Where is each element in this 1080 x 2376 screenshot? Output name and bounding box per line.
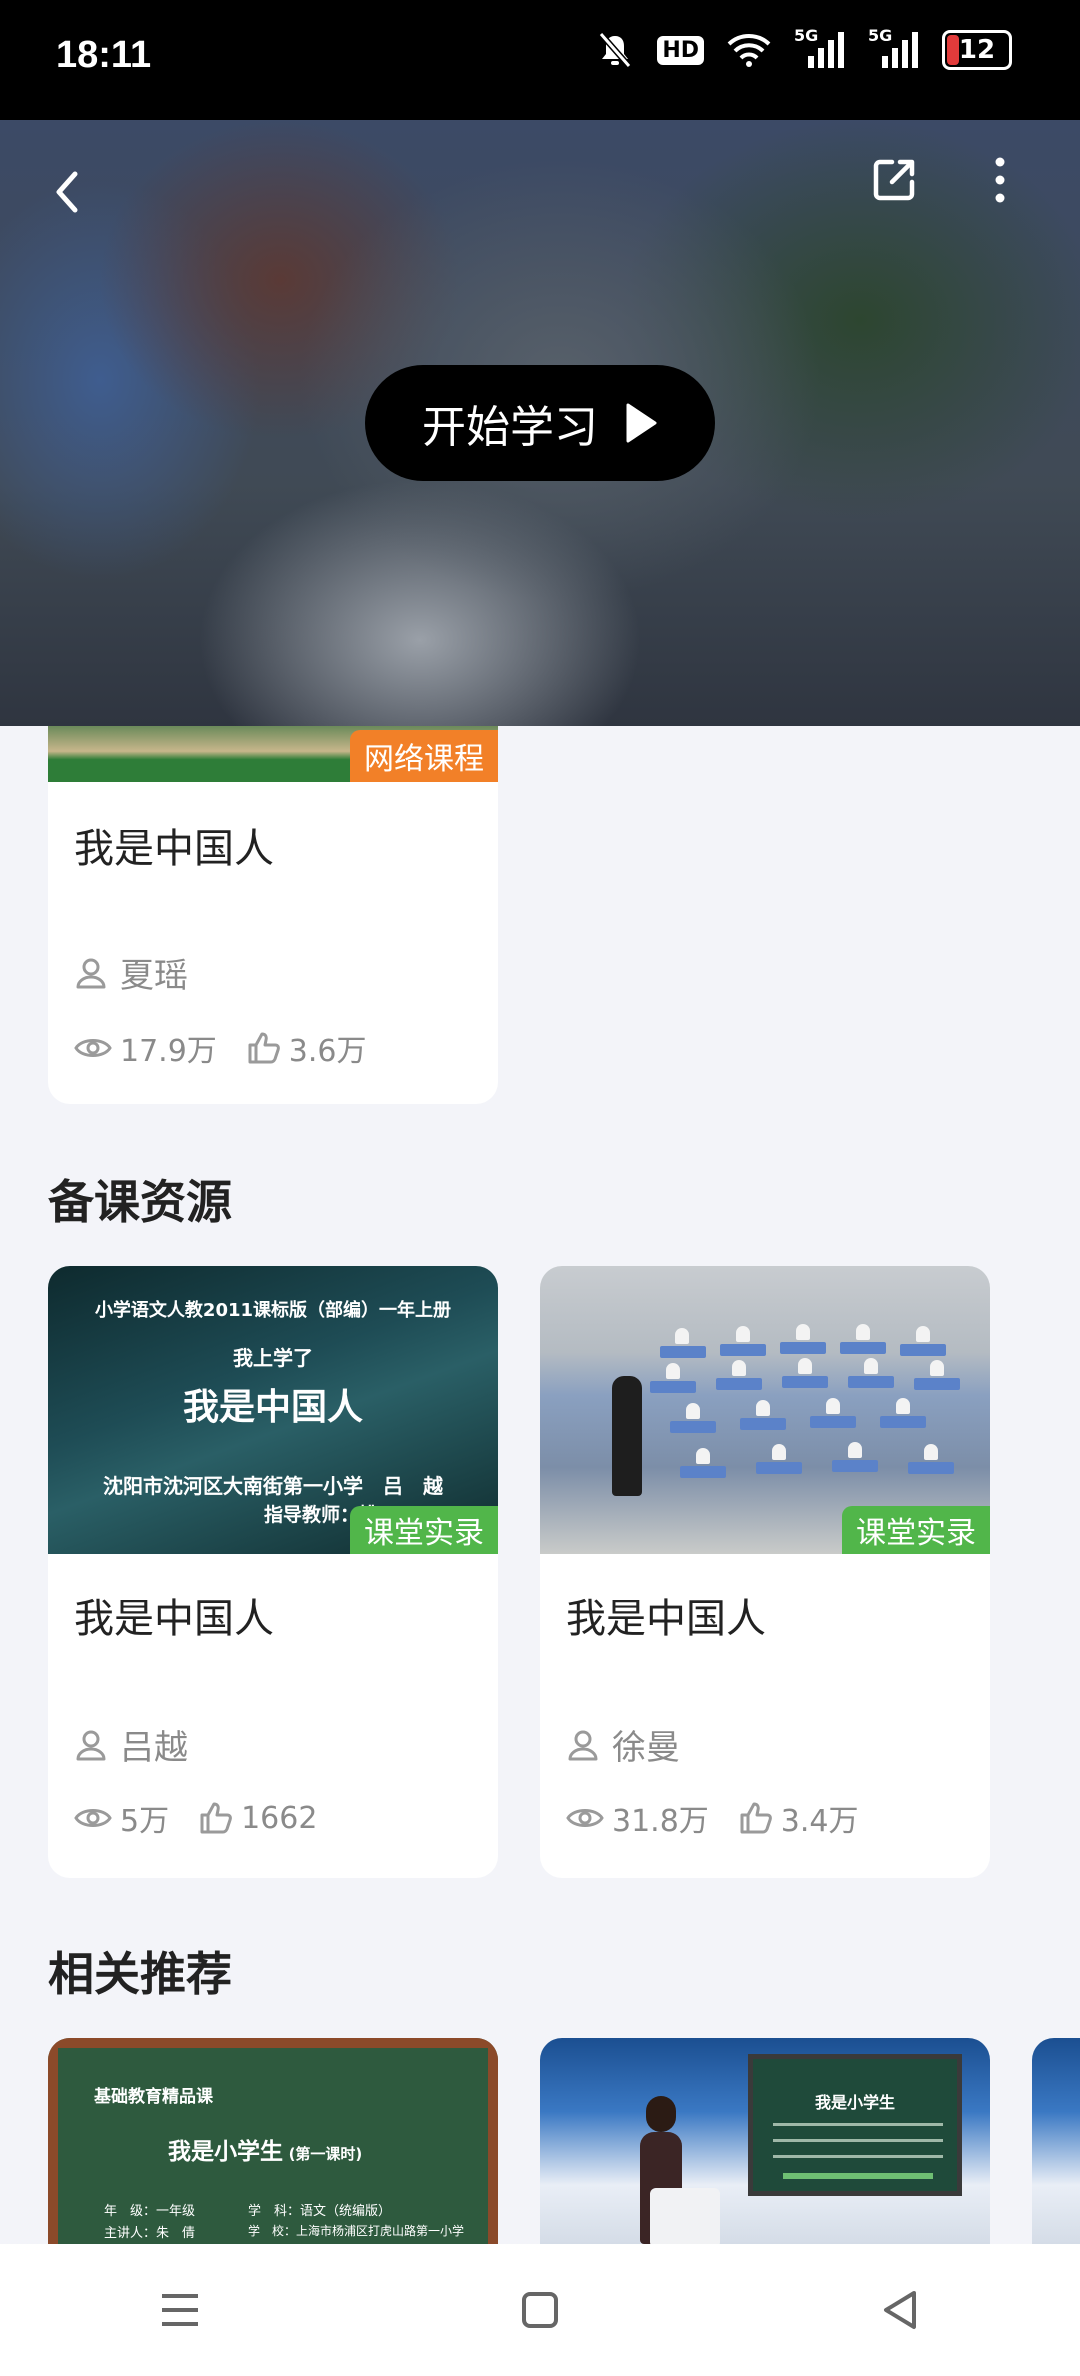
studio-blackboard: 我是小学生 (748, 2054, 962, 2196)
start-learning-button[interactable]: 开始学习 (365, 365, 715, 481)
battery-icon: 12 (942, 30, 1012, 70)
user-icon (76, 1730, 106, 1760)
video-cover[interactable]: 开始学习 (0, 120, 1080, 726)
related-card[interactable]: 基础教育精品课 我是小学生 (第一课时) 年 级：一年级 学 科：语文（统编版）… (48, 2038, 498, 2248)
resource-type-badge: 课堂实录 (842, 1506, 990, 1554)
hd-icon: HD (657, 35, 704, 65)
thumb-text-line: 学 校：上海市杨浦区打虎山路第一小学 (248, 2224, 465, 2238)
wifi-icon (727, 34, 771, 67)
status-bar: 18:11 HD 5G 5G 12 (0, 0, 1080, 120)
resource-type-badge: 课堂实录 (350, 1506, 498, 1554)
thumb-text-line: 学 科：语文（统编版） (248, 2204, 392, 2219)
thumb-text-line: 我是小学生 (第一课时) (168, 2132, 362, 2166)
like-count-value: 3.4万 (780, 1804, 859, 1839)
eye-icon (74, 1039, 112, 1057)
thumbs-up-icon (200, 1802, 232, 1834)
mute-bell-icon (599, 32, 632, 68)
thumb-text-sub: (第一课时) (288, 2145, 363, 2163)
cell-signal-icon-2: 5G (868, 26, 920, 70)
resource-thumbnail: 课堂实录 (540, 1266, 990, 1554)
back-nav-button[interactable] (840, 2265, 960, 2355)
author-name: 徐曼 (612, 1728, 680, 1768)
course-card[interactable]: 网络课程 我是中国人 夏瑶 17.9万 3.6万 (48, 726, 498, 1104)
resource-author: 吕越 (74, 1720, 188, 1769)
view-count-value: 17.9万 (120, 1034, 217, 1069)
course-stats: 17.9万 3.6万 (74, 1026, 397, 1070)
play-icon (626, 403, 657, 443)
status-icons: HD 5G 5G 12 (595, 26, 1012, 70)
thumb-text-line: 基础教育精品课 (94, 2087, 213, 2107)
system-navigation-bar (0, 2244, 1080, 2376)
thumbs-up-icon (740, 1802, 772, 1834)
like-count: 3.4万 (739, 1796, 859, 1840)
cell-signal-icon-1: 5G (794, 26, 846, 70)
triangle-back-icon (884, 2291, 916, 2329)
more-vertical-icon (995, 157, 1005, 203)
resource-stats: 31.8万 3.4万 (566, 1796, 889, 1840)
battery-level: 12 (958, 35, 996, 65)
status-time: 18:11 (56, 34, 152, 76)
thumb-text-line: 我是中国人 (182, 1387, 363, 1428)
course-thumbnail: 网络课程 (48, 726, 498, 782)
like-count-value: 1662 (241, 1800, 318, 1836)
thumb-text-line: 沈阳市沈河区大南街第一小学 吕 越 (103, 1474, 443, 1498)
course-author: 夏瑶 (74, 948, 188, 997)
thumbs-up-icon (248, 1032, 280, 1064)
thumb-text-line: 主讲人：朱 倩 (104, 2226, 196, 2241)
related-card[interactable] (1032, 2038, 1080, 2248)
menu-lines-icon (162, 2294, 198, 2326)
square-home-icon (522, 2292, 558, 2328)
share-external-icon (873, 159, 915, 201)
view-count-value: 31.8万 (612, 1804, 709, 1839)
resource-author: 徐曼 (566, 1720, 680, 1769)
author-name: 吕越 (120, 1728, 188, 1768)
eye-icon (74, 1809, 112, 1827)
like-count: 1662 (199, 1801, 317, 1836)
course-title: 我是中国人 (74, 826, 274, 872)
view-count: 5万 (74, 1796, 169, 1840)
like-count-value: 3.6万 (288, 1034, 367, 1069)
hd-label: HD (657, 35, 704, 65)
like-count: 3.6万 (247, 1026, 367, 1070)
related-thumbnail (1032, 2038, 1080, 2248)
related-thumbnail: 基础教育精品课 我是小学生 (第一课时) 年 级：一年级 学 科：语文（统编版）… (48, 2038, 498, 2248)
thumb-text-line: 年 级：一年级 (104, 2204, 196, 2219)
thumb-text-line: 小学语文人教2011课标版（部编）一年上册 (94, 1300, 452, 1321)
resource-stats: 5万 1662 (74, 1796, 347, 1840)
thumb-text-main: 我是小学生 (168, 2139, 283, 2165)
resource-thumbnail: 小学语文人教2011课标版（部编）一年上册 我上学了 我是中国人 沈阳市沈河区大… (48, 1266, 498, 1554)
more-options-button[interactable] (980, 150, 1020, 210)
resource-card[interactable]: 小学语文人教2011课标版（部编）一年上册 我上学了 我是中国人 沈阳市沈河区大… (48, 1266, 498, 1878)
eye-icon (566, 1809, 604, 1827)
author-name: 夏瑶 (120, 956, 188, 996)
thumb-text-line: 我上学了 (233, 1346, 313, 1370)
user-icon (76, 958, 106, 988)
recent-apps-button[interactable] (120, 2265, 240, 2355)
start-learning-label: 开始学习 (422, 402, 598, 453)
view-count: 17.9万 (74, 1026, 217, 1070)
view-count-value: 5万 (120, 1804, 170, 1839)
chevron-left-icon (56, 171, 78, 213)
thumb-text-line: 指导教师：姚 (263, 1504, 378, 1526)
resource-title: 我是中国人 (566, 1596, 766, 1642)
course-type-badge: 网络课程 (350, 730, 498, 782)
section-title-related: 相关推荐 (48, 1947, 232, 2001)
teacher-figure (612, 1376, 642, 1496)
share-button[interactable] (864, 150, 924, 210)
resource-card[interactable]: 课堂实录 我是中国人 徐曼 31.8万 3.4万 (540, 1266, 990, 1878)
back-button[interactable] (40, 160, 92, 224)
resource-title: 我是中国人 (74, 1596, 274, 1642)
thumb-text-line: 我是小学生 (814, 2093, 895, 2112)
user-icon (568, 1730, 598, 1760)
home-button[interactable] (480, 2265, 600, 2355)
section-title-prep-resources: 备课资源 (48, 1175, 232, 1229)
view-count: 31.8万 (566, 1796, 709, 1840)
related-card[interactable]: 我是小学生 (540, 2038, 990, 2248)
related-thumbnail: 我是小学生 (540, 2038, 990, 2248)
